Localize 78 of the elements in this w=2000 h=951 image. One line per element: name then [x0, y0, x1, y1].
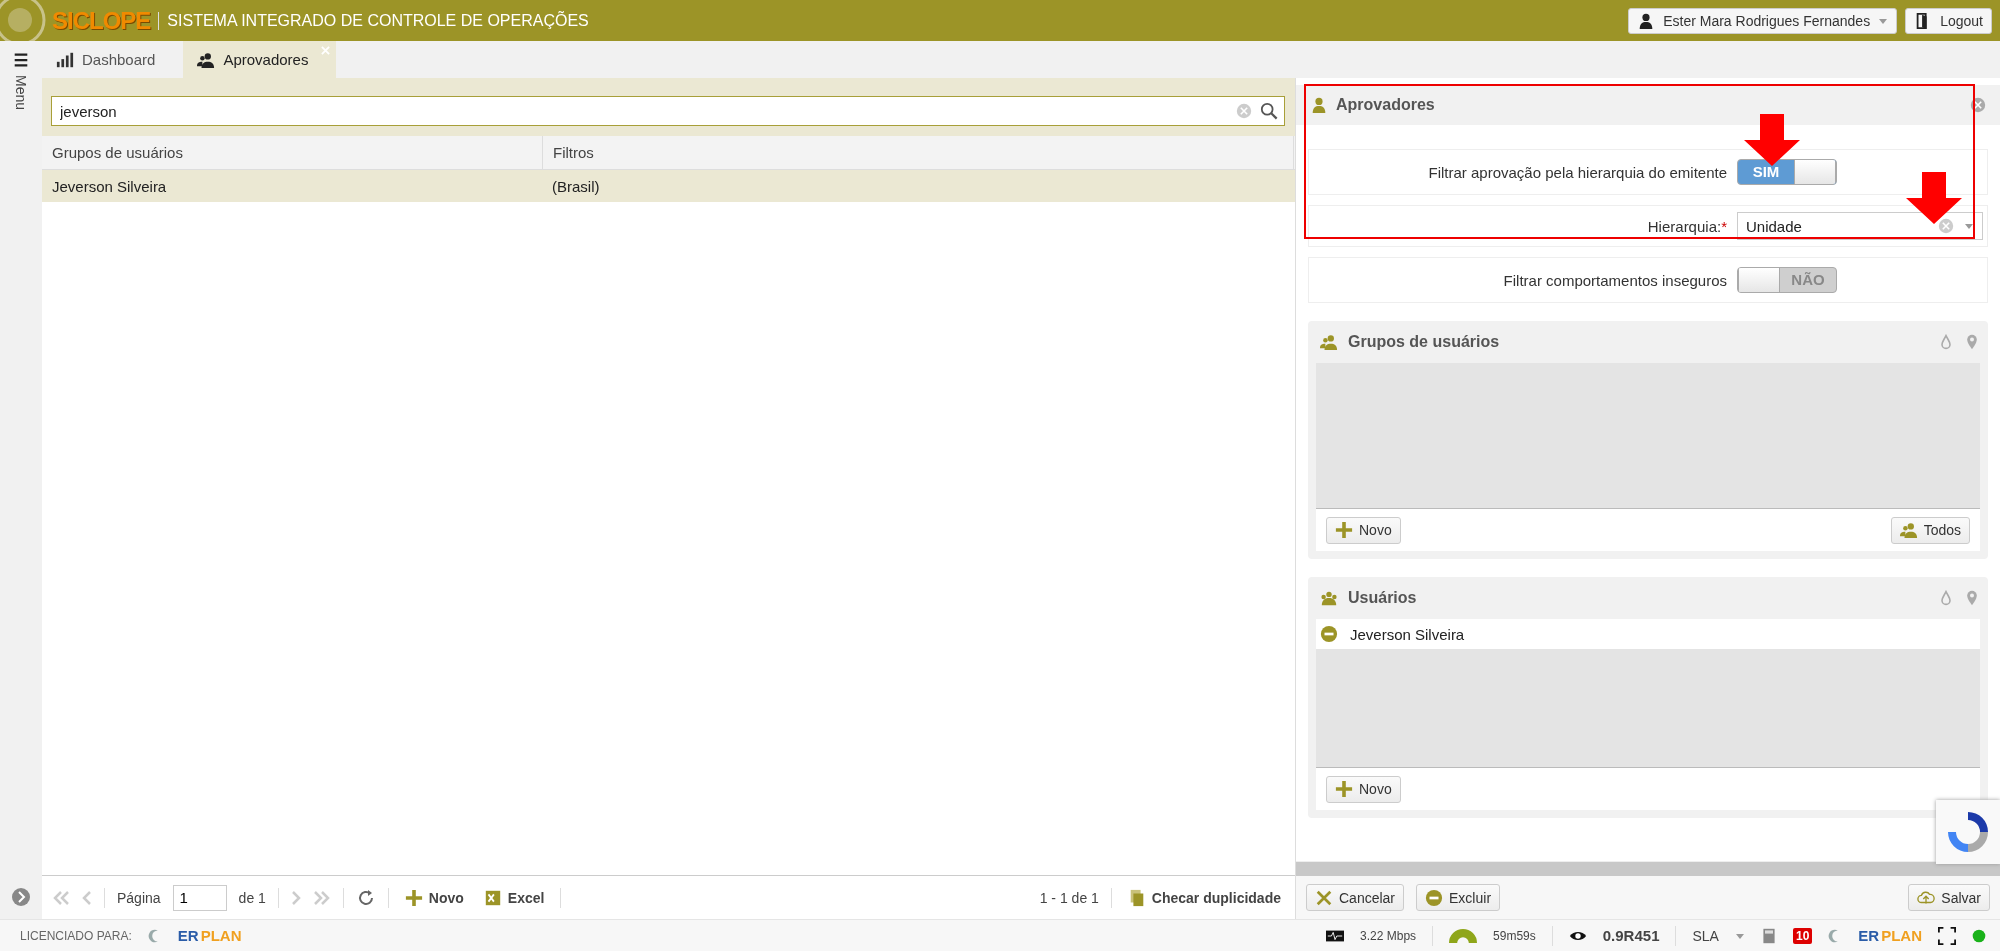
search-box[interactable]: jeverson — [51, 96, 1285, 126]
table-cell-text: Jeverson Silveira — [51, 176, 168, 197]
next-page-icon[interactable] — [290, 889, 301, 906]
tab[interactable]: Aprovadores — [183, 41, 337, 78]
search-icon — [1260, 102, 1278, 120]
sla-label[interactable]: SLA — [1692, 927, 1719, 944]
license-label: LICENCIADO PARA: — [20, 928, 132, 943]
check-duplicates-button[interactable]: Checar duplicidade — [1123, 888, 1285, 907]
bar-chart-icon — [56, 50, 74, 69]
record-range: 1 - 1 de 1 — [1039, 889, 1099, 906]
close-icon[interactable] — [321, 46, 331, 55]
panel-title: Aprovadores — [1336, 96, 1435, 114]
menu-label[interactable]: Menu — [13, 75, 29, 111]
plus-icon — [1335, 521, 1353, 539]
arrow-icon — [1906, 172, 1962, 224]
table-row[interactable]: Jeverson Silveira (Brasil) — [42, 170, 1295, 202]
drop-icon — [1938, 334, 1954, 350]
x-icon — [1315, 888, 1333, 907]
spreadsheet-icon — [483, 888, 502, 907]
pin-icon — [1964, 334, 1980, 350]
network-speed: 3.22 Mbps — [1360, 928, 1417, 943]
field-label: Filtrar comportamentos inseguros — [1502, 271, 1728, 289]
remove-icon — [1320, 625, 1338, 643]
list-item[interactable]: Jeverson Silveira — [1316, 619, 1980, 649]
users-icon — [1899, 521, 1918, 539]
delete-button[interactable]: Excluir — [1416, 884, 1501, 911]
user-menu-button[interactable]: Ester Mara Rodrigues Fernandes — [1628, 7, 1898, 34]
alert-count[interactable]: 10 — [1792, 927, 1813, 944]
app-title: SISTEMA INTEGRADO DE CONTROLE DE OPERAÇÕES — [158, 11, 589, 30]
tab[interactable]: Dashboard — [42, 41, 184, 78]
cancel-button[interactable]: Cancelar — [1306, 884, 1405, 911]
first-page-icon[interactable] — [52, 889, 70, 906]
card-title: Usuários — [1348, 589, 1417, 607]
new-group-button[interactable]: Novo — [1326, 516, 1401, 544]
column-header[interactable]: Grupos de usuários — [42, 136, 543, 169]
last-page-icon[interactable] — [312, 889, 331, 906]
gauge-icon — [1449, 928, 1478, 943]
brand-logo: SICLOPE — [52, 6, 151, 35]
page-count: de 1 — [238, 889, 266, 906]
new-user-button[interactable]: Novo — [1326, 775, 1401, 803]
clear-icon — [1938, 218, 1954, 234]
remove-icon — [1425, 888, 1444, 907]
table-cell-text: (Brasil) — [551, 176, 601, 197]
card-title: Grupos de usuários — [1348, 333, 1500, 351]
logout-button[interactable]: Logout — [1905, 7, 1992, 34]
field-label: Filtrar aprovação pela hierarquia do emitente — [1427, 163, 1728, 181]
drop-icon — [1938, 590, 1954, 606]
clear-icon — [1236, 103, 1252, 119]
fullscreen-icon — [1938, 926, 1956, 945]
erplan-logo: ERPLAN — [1858, 927, 1922, 944]
previous-page-icon[interactable] — [82, 889, 92, 906]
arrow-icon — [1744, 114, 1800, 166]
save-button[interactable]: Salvar — [1908, 884, 1990, 911]
plus-icon — [1335, 780, 1353, 798]
hierarchy-select[interactable]: Unidade — [1737, 212, 1983, 240]
status-dot-icon — [1972, 928, 1986, 943]
caret-icon — [1964, 221, 1974, 231]
page-field[interactable]: 1 — [172, 884, 227, 911]
excel-button[interactable]: Excel — [479, 888, 549, 907]
person-icon — [1310, 96, 1328, 114]
plus-icon — [404, 888, 423, 907]
version-label: 0.9R451 — [1602, 927, 1660, 944]
calculator-icon — [1760, 927, 1777, 944]
pin-icon — [1964, 590, 1980, 606]
menu-icon — [12, 51, 30, 69]
new-button[interactable]: Novo — [400, 888, 468, 907]
users-icon — [1320, 333, 1338, 351]
session-timer: 59m59s — [1493, 928, 1536, 943]
erplan-logo: ERPLAN — [177, 927, 242, 944]
column-header[interactable]: Filtros — [543, 136, 1294, 169]
expand-icon — [11, 887, 31, 907]
horizontal-scrollbar[interactable] — [1296, 861, 2000, 876]
close-icon — [1970, 97, 1986, 113]
field-label: Hierarquia:* — [1646, 217, 1728, 235]
page-label: Página — [117, 889, 161, 906]
users-icon — [197, 50, 216, 69]
group-icon — [1320, 589, 1338, 607]
all-groups-button[interactable]: Todos — [1890, 516, 1970, 544]
